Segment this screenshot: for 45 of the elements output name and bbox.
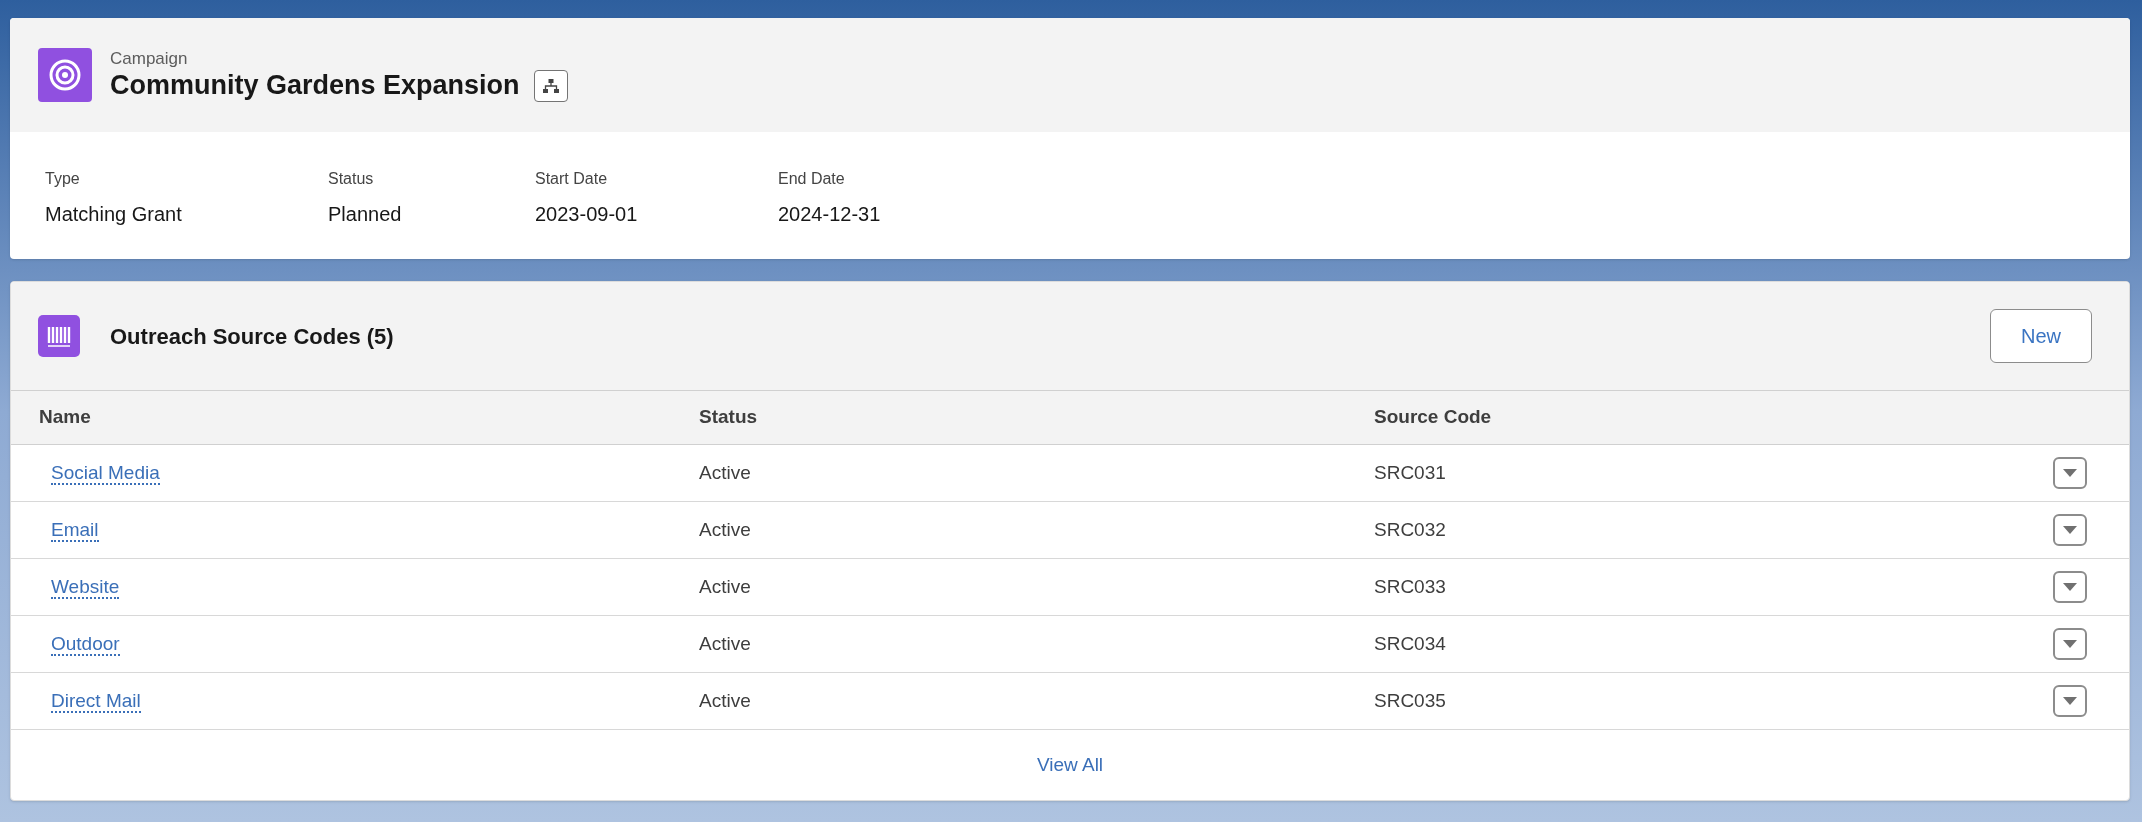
hierarchy-button[interactable] bbox=[533, 69, 568, 102]
row-menu-button[interactable] bbox=[2053, 514, 2087, 546]
field-label: Start Date bbox=[535, 169, 609, 189]
table-cell: Active bbox=[699, 461, 751, 483]
table-cell: SRC031 bbox=[1374, 461, 1446, 483]
record-title: Community Gardens Expansion bbox=[110, 68, 520, 102]
caret-icon bbox=[2063, 469, 2077, 477]
barcode-icon bbox=[38, 315, 80, 357]
caret-icon bbox=[2063, 697, 2077, 705]
table-cell: SRC033 bbox=[1374, 575, 1446, 597]
related-list-title: Outreach Source Codes (5) bbox=[110, 322, 394, 351]
row-menu-button[interactable] bbox=[2053, 571, 2087, 603]
table-cell: Active bbox=[699, 575, 751, 597]
field-value: 2023-09-01 bbox=[535, 202, 639, 227]
table-cell: Active bbox=[699, 689, 751, 711]
field-label: Status bbox=[328, 169, 375, 189]
table-cell: Active bbox=[699, 632, 751, 654]
caret-icon bbox=[2063, 640, 2077, 648]
record-link[interactable]: Direct Mail bbox=[51, 689, 141, 713]
field-value: 2024-12-31 bbox=[778, 202, 882, 227]
row-menu-button[interactable] bbox=[2053, 628, 2087, 660]
object-label: Campaign bbox=[110, 47, 189, 69]
field-value: Matching Grant bbox=[45, 202, 183, 227]
field-label: End Date bbox=[778, 169, 846, 189]
field-value: Planned bbox=[328, 202, 403, 227]
new-button[interactable]: New bbox=[1990, 309, 2092, 363]
table-cell: SRC034 bbox=[1374, 632, 1446, 654]
row-menu-button[interactable] bbox=[2053, 685, 2087, 717]
field-label: Type bbox=[45, 169, 81, 189]
table-cell: SRC035 bbox=[1374, 689, 1446, 711]
row-menu-button[interactable] bbox=[2053, 457, 2087, 489]
view-all-link[interactable]: View All bbox=[1036, 750, 1104, 780]
table-cell: SRC032 bbox=[1374, 518, 1446, 540]
record-link[interactable]: Social Media bbox=[51, 461, 160, 485]
record-link[interactable]: Email bbox=[51, 518, 99, 542]
record-link[interactable]: Outdoor bbox=[51, 632, 120, 656]
caret-icon bbox=[2063, 583, 2077, 591]
record-link[interactable]: Website bbox=[51, 575, 120, 599]
table-cell: Active bbox=[699, 518, 751, 540]
hierarchy-icon bbox=[542, 78, 559, 93]
target-icon bbox=[38, 48, 92, 102]
column-header[interactable]: Source Code bbox=[1374, 406, 1492, 428]
column-header[interactable]: Name bbox=[39, 406, 91, 428]
column-header[interactable]: Status bbox=[699, 406, 758, 428]
caret-icon bbox=[2063, 526, 2077, 534]
